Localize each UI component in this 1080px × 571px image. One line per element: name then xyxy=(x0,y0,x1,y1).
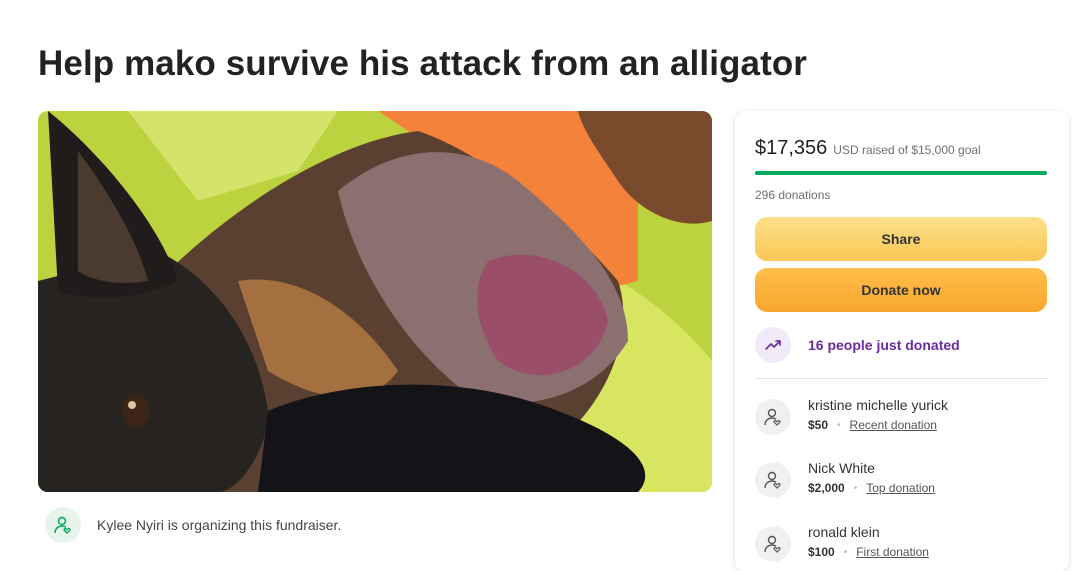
progress-fill xyxy=(755,171,1047,175)
page-title: Help mako survive his attack from an all… xyxy=(38,44,808,83)
donor-item: kristine michelle yurick $50 • Recent do… xyxy=(755,397,948,435)
user-heart-icon xyxy=(755,399,791,435)
donor-amount: $100 xyxy=(808,545,835,559)
donate-now-button[interactable]: Donate now xyxy=(755,268,1047,312)
raised-amount: $17,356 xyxy=(755,137,828,159)
donor-amount: $2,000 xyxy=(808,481,845,495)
donor-item: Nick White $2,000 • Top donation xyxy=(755,460,935,498)
raised-goal-text: USD raised of $15,000 goal xyxy=(833,143,981,157)
separator-dot: • xyxy=(853,482,858,494)
donation-tag-link[interactable]: First donation xyxy=(856,545,929,559)
user-heart-icon xyxy=(755,526,791,562)
donation-card: $17,356 USD raised of $15,000 goal 296 d… xyxy=(735,111,1069,571)
organizer-row: Kylee Nyiri is organizing this fundraise… xyxy=(45,506,341,544)
progress-bar xyxy=(755,171,1047,175)
donation-tag-link[interactable]: Top donation xyxy=(866,481,935,495)
raised-summary: $17,356 USD raised of $15,000 goal xyxy=(755,137,981,160)
fundraiser-photo xyxy=(38,111,712,492)
separator-dot: • xyxy=(837,419,841,431)
donor-name: ronald klein xyxy=(808,524,880,540)
user-heart-icon xyxy=(45,507,81,543)
donations-count: 296 donations xyxy=(755,188,831,202)
donor-item: ronald klein $100 • First donation xyxy=(755,524,929,562)
donor-amount: $50 xyxy=(808,418,829,432)
donor-name: Nick White xyxy=(808,460,875,476)
donor-name: kristine michelle yurick xyxy=(808,397,949,413)
share-button[interactable]: Share xyxy=(755,217,1047,261)
divider xyxy=(755,378,1047,379)
trending-up-icon xyxy=(755,327,791,363)
organizer-text: Kylee Nyiri is organizing this fundraise… xyxy=(97,517,342,533)
trend-text: 16 people just donated xyxy=(808,337,960,353)
user-heart-icon xyxy=(755,462,791,498)
donation-tag-link[interactable]: Recent donation xyxy=(850,418,937,432)
recent-donations-trend[interactable]: 16 people just donated xyxy=(755,327,960,363)
